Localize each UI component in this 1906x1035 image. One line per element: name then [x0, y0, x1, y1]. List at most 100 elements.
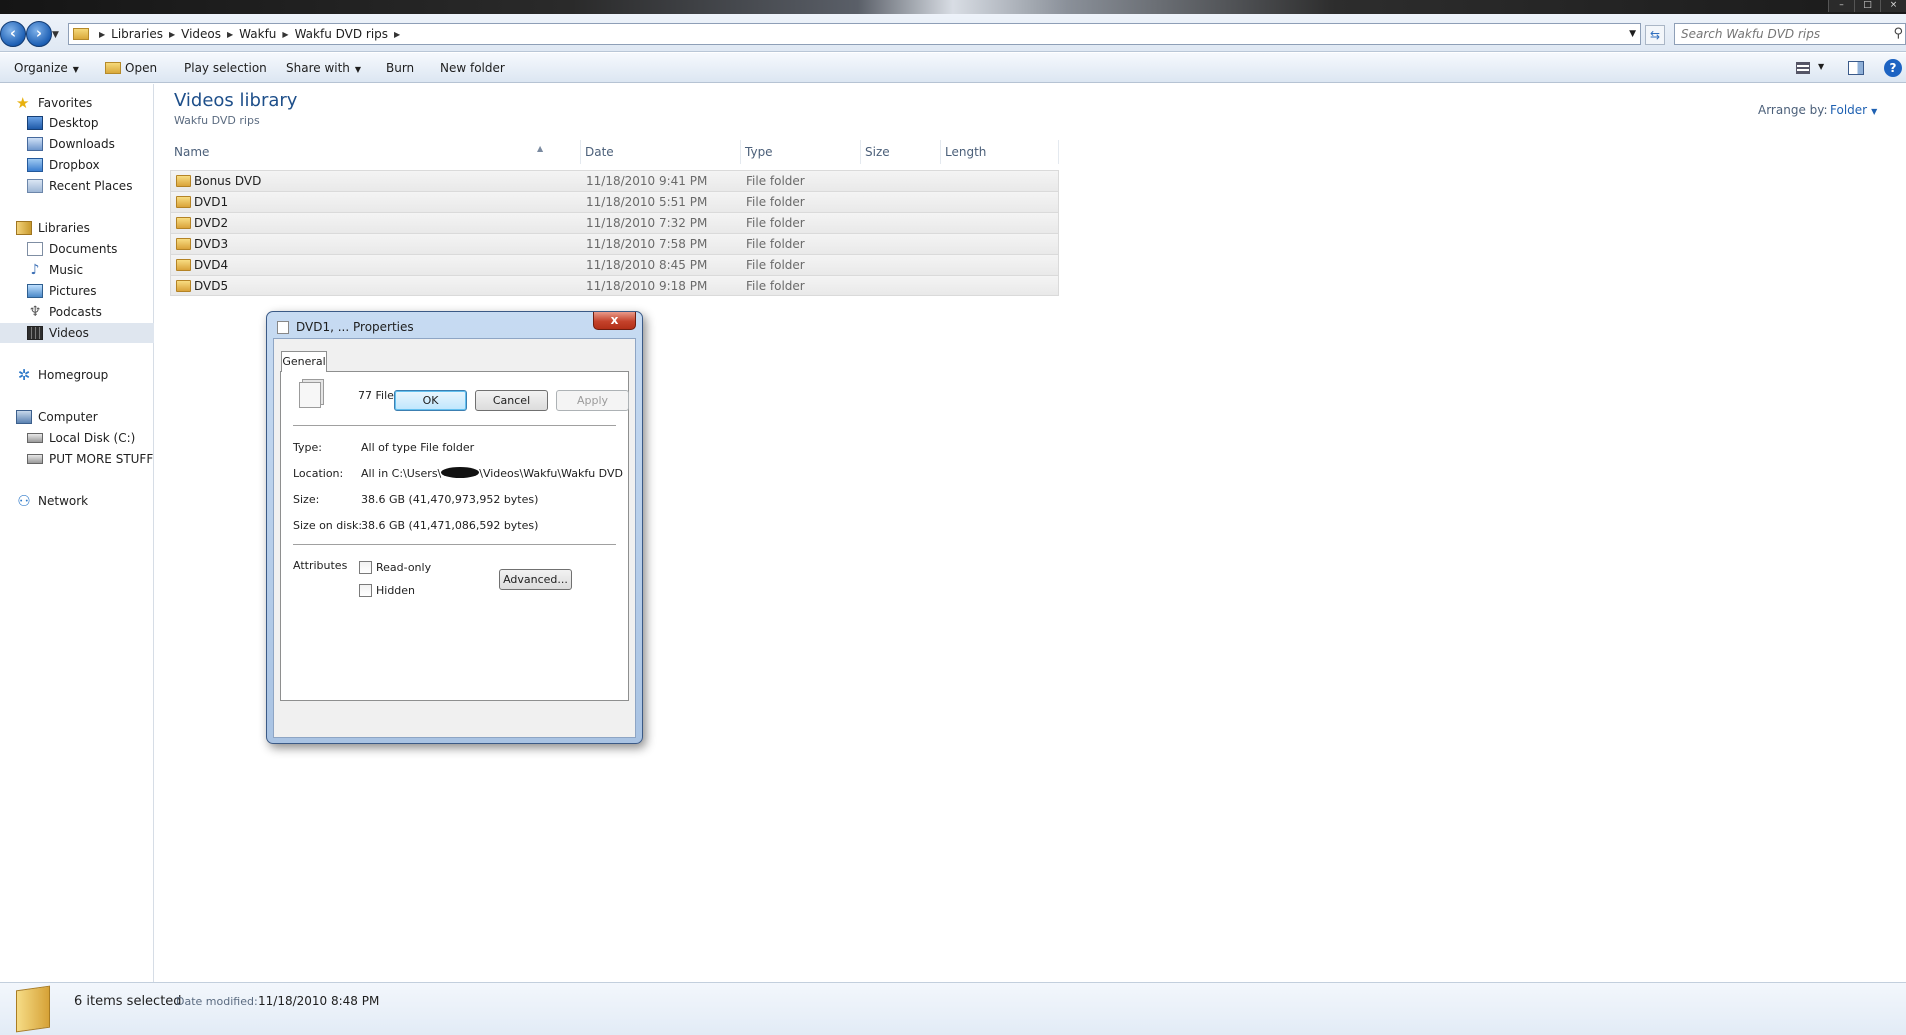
maximize-button[interactable]: □ [1854, 0, 1880, 12]
play-selection-button[interactable]: Play selection [184, 61, 267, 75]
refresh-button[interactable]: ⇆ [1645, 25, 1665, 45]
nav-documents[interactable]: Documents [0, 239, 154, 259]
table-row[interactable]: DVD1 11/18/2010 5:51 PM File folder [170, 191, 1059, 212]
nav-network[interactable]: ⚇ Network [0, 491, 154, 511]
size-value: 38.6 GB (41,470,973,952 bytes) [361, 493, 539, 506]
nav-pictures[interactable]: Pictures [0, 281, 154, 301]
nav-put-more-stuff[interactable]: PUT MORE STUFF H [0, 449, 154, 469]
tab-general[interactable]: General [281, 351, 327, 372]
nav-recent-places[interactable]: Recent Places [0, 176, 154, 196]
breadcrumb-chevron-icon[interactable]: ▶ [394, 30, 400, 39]
nav-computer[interactable]: Computer [0, 407, 154, 427]
change-view-icon[interactable] [1796, 62, 1810, 74]
open-folder-icon [105, 62, 121, 74]
table-row[interactable]: DVD2 11/18/2010 7:32 PM File folder [170, 212, 1059, 233]
nav-libraries[interactable]: Libraries [0, 218, 154, 238]
read-only-checkbox[interactable] [359, 561, 372, 574]
file-name: DVD4 [194, 258, 229, 272]
cancel-button[interactable]: Cancel [475, 390, 548, 411]
nav-label: Videos [49, 326, 89, 340]
burn-button[interactable]: Burn [386, 61, 414, 75]
breadcrumb-videos[interactable]: Videos [181, 27, 221, 41]
nav-label: Documents [49, 242, 118, 256]
ok-button[interactable]: OK [394, 390, 467, 411]
arrange-by-dropdown[interactable]: Folder ▼ [1830, 103, 1877, 117]
folder-icon [73, 28, 89, 40]
selection-count: 6 items selected [74, 994, 182, 1009]
column-header-row: Name ▲ Date Type Size Length [170, 140, 1059, 164]
address-row: ‹ › ▼ ▶ Libraries ▶ Videos ▶ Wakfu ▶ Wak… [0, 14, 1906, 52]
breadcrumb-chevron-icon[interactable]: ▶ [227, 30, 233, 39]
dropbox-icon [27, 158, 43, 172]
column-header-name[interactable]: Name ▲ [170, 140, 581, 164]
advanced-button[interactable]: Advanced... [499, 569, 572, 590]
organize-button[interactable]: Organize ▼ [14, 61, 79, 75]
table-row[interactable]: DVD5 11/18/2010 9:18 PM File folder [170, 275, 1059, 296]
help-icon[interactable]: ? [1884, 59, 1902, 77]
hidden-label: Hidden [376, 584, 416, 597]
location-prefix: All in C:\Users\ [361, 467, 442, 480]
forward-button[interactable]: › [26, 21, 52, 47]
hidden-checkbox[interactable] [359, 584, 372, 597]
address-bar[interactable]: ▶ Libraries ▶ Videos ▶ Wakfu ▶ Wakfu DVD… [68, 23, 1641, 45]
computer-icon [16, 410, 32, 424]
view-options-chevron-icon[interactable]: ▼ [1818, 62, 1824, 71]
breadcrumb-wakfu-dvd-rips[interactable]: Wakfu DVD rips [295, 27, 388, 41]
close-window-button[interactable]: × [1880, 0, 1906, 12]
nav-videos[interactable]: Videos [0, 323, 154, 343]
nav-podcasts[interactable]: ♆ Podcasts [0, 302, 154, 322]
breadcrumb-libraries[interactable]: Libraries [111, 27, 163, 41]
breadcrumb-chevron-icon[interactable]: ▶ [169, 30, 175, 39]
preview-pane-icon[interactable] [1848, 61, 1864, 75]
search-icon[interactable]: ⚲ [1893, 26, 1903, 41]
breadcrumb-chevron-icon[interactable]: ▶ [282, 30, 288, 39]
nav-downloads[interactable]: Downloads [0, 134, 154, 154]
details-pane: 6 items selected Date modified: 11/18/20… [0, 982, 1906, 1035]
nav-local-disk[interactable]: Local Disk (C:) [0, 428, 154, 448]
table-row[interactable]: Bonus DVD 11/18/2010 9:41 PM File folder [170, 170, 1059, 191]
file-name: DVD3 [194, 237, 229, 251]
table-row[interactable]: DVD3 11/18/2010 7:58 PM File folder [170, 233, 1059, 254]
size-on-disk-value: 38.6 GB (41,471,086,592 bytes) [361, 519, 539, 532]
new-folder-button[interactable]: New folder [440, 61, 505, 75]
search-box[interactable]: ⚲ [1674, 23, 1906, 45]
column-header-type[interactable]: Type [741, 140, 861, 164]
desktop-icon [27, 116, 43, 130]
nav-desktop[interactable]: Desktop [0, 113, 154, 133]
minimize-button[interactable]: – [1828, 0, 1854, 12]
nav-label: Favorites [38, 96, 93, 110]
folder-icon [176, 217, 191, 229]
organize-label: Organize [14, 61, 68, 75]
recent-pages-chevron-icon[interactable]: ▼ [52, 30, 59, 40]
file-type: File folder [746, 174, 805, 188]
column-header-size[interactable]: Size [861, 140, 941, 164]
read-only-label: Read-only [376, 561, 432, 574]
close-icon: x [610, 313, 619, 327]
removable-disk-icon [27, 454, 43, 464]
nav-music[interactable]: ♪ Music [0, 260, 154, 280]
forward-arrow-icon: › [35, 24, 43, 42]
nav-homegroup[interactable]: ✲ Homegroup [0, 365, 154, 385]
back-arrow-icon: ‹ [9, 24, 17, 42]
table-row[interactable]: DVD4 11/18/2010 8:45 PM File folder [170, 254, 1059, 275]
nav-label: Dropbox [49, 158, 100, 172]
nav-label: Podcasts [49, 305, 102, 319]
column-header-length[interactable]: Length [941, 140, 1059, 164]
dialog-close-button[interactable]: x [593, 312, 636, 330]
address-history-chevron-icon[interactable]: ▼ [1629, 29, 1636, 39]
file-list: Bonus DVD 11/18/2010 9:41 PM File folder D… [170, 170, 1059, 296]
arrange-by-value: Folder [1830, 103, 1868, 117]
search-input[interactable] [1675, 24, 1875, 44]
apply-button[interactable]: Apply [556, 390, 629, 411]
breadcrumb-chevron-icon[interactable]: ▶ [99, 30, 105, 39]
back-button[interactable]: ‹ [0, 21, 26, 47]
column-header-date[interactable]: Date [581, 140, 741, 164]
file-name: DVD1 [194, 195, 229, 209]
nav-favorites[interactable]: ★ Favorites [0, 93, 154, 113]
homegroup-icon: ✲ [17, 366, 31, 384]
breadcrumb-wakfu[interactable]: Wakfu [239, 27, 276, 41]
share-with-button[interactable]: Share with ▼ [286, 61, 361, 75]
open-button[interactable]: Open [105, 61, 157, 75]
properties-dialog: DVD1, ... Properties x General 77 Files,… [266, 311, 643, 744]
nav-dropbox[interactable]: Dropbox [0, 155, 154, 175]
